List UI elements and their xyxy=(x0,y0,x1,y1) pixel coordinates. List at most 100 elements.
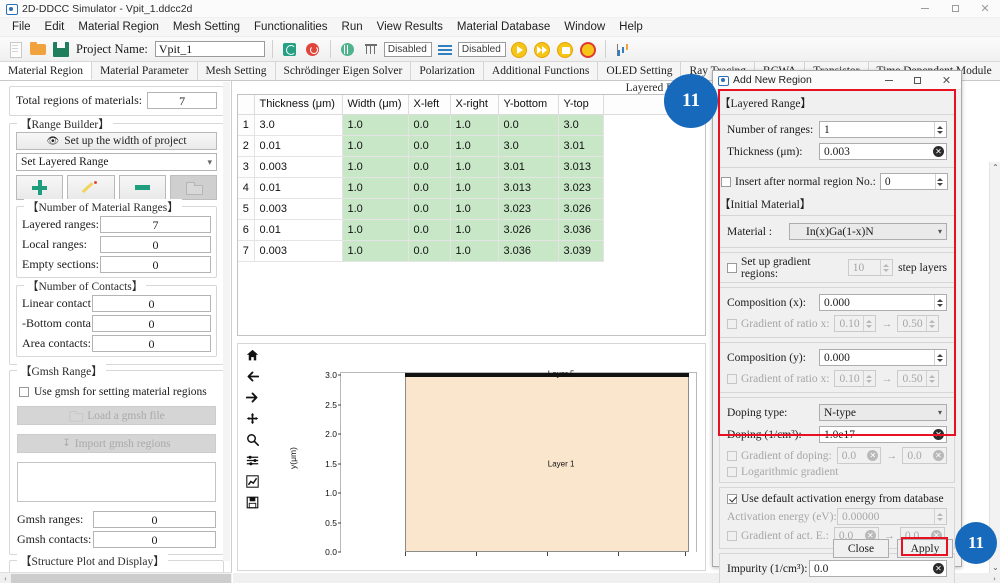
composition-x-spinner-arrows-icon[interactable] xyxy=(934,295,944,310)
table-cell[interactable]: 0.003 xyxy=(253,239,343,262)
run-report-icon[interactable] xyxy=(555,39,575,59)
tab-schrodinger-eigen-solver[interactable]: Schrödinger Eigen Solver xyxy=(275,62,412,80)
blue-lines-icon[interactable] xyxy=(435,39,455,59)
table-cell[interactable]: 0.0 xyxy=(407,155,451,178)
col-thickness[interactable]: Thickness (μm) xyxy=(253,95,343,115)
reset-red-icon[interactable] xyxy=(303,39,323,59)
range-mode-combo[interactable]: Set Layered Range ▾ xyxy=(16,153,217,171)
thickness-input[interactable]: 0.003 ✕ xyxy=(819,143,947,160)
table-cell[interactable]: 3.0 xyxy=(557,113,604,136)
grid-icon[interactable] xyxy=(361,39,381,59)
use-default-activation-row[interactable]: Use default activation energy from datab… xyxy=(727,493,947,505)
table-cell[interactable]: 1.0 xyxy=(449,176,499,199)
gradient-regions-checkbox-row[interactable]: Set up gradient regions: xyxy=(727,256,843,280)
tab-mesh-setting[interactable]: Mesh Setting xyxy=(197,62,276,80)
row-number-cell[interactable]: 5 xyxy=(238,197,255,220)
table-cell[interactable]: 1.0 xyxy=(449,134,499,157)
table-cell[interactable]: 3.039 xyxy=(557,239,604,262)
table-cell[interactable]: 3.023 xyxy=(497,197,559,220)
table-cell[interactable]: 0.0 xyxy=(407,113,451,136)
project-name-input[interactable] xyxy=(154,41,265,57)
col-y-bottom[interactable]: Y-bottom xyxy=(497,95,559,115)
gmsh-ranges-value[interactable]: 0 xyxy=(93,511,216,528)
add-range-button[interactable] xyxy=(16,175,64,200)
clear-icon[interactable]: ✕ xyxy=(933,429,944,440)
table-cell[interactable]: 0.003 xyxy=(253,197,343,220)
zoom-magnifier-icon[interactable] xyxy=(245,432,259,446)
doping-input[interactable]: 1.0e17 ✕ xyxy=(819,426,947,443)
gmsh-file-listbox[interactable] xyxy=(17,462,216,502)
table-cell[interactable]: 3.013 xyxy=(497,176,559,199)
open-folder-icon[interactable] xyxy=(28,39,48,59)
scroll-down-arrow-icon[interactable]: ⌄ xyxy=(990,562,1000,573)
table-cell[interactable]: 3.026 xyxy=(557,197,604,220)
remove-range-button[interactable] xyxy=(118,175,166,200)
left-panel-vertical-scrollbar[interactable] xyxy=(223,82,230,561)
mesh-green-icon[interactable] xyxy=(338,39,358,59)
menu-file[interactable]: File xyxy=(5,18,38,37)
menu-functionalities[interactable]: Functionalities xyxy=(247,18,335,37)
gmsh-contacts-value[interactable]: 0 xyxy=(93,531,216,548)
table-row[interactable]: 3 0.003 1.0 0.0 1.0 3.01 3.013 xyxy=(238,155,705,178)
insert-after-checkbox-row[interactable]: Insert after normal region No.: xyxy=(721,176,876,188)
apply-button[interactable]: Apply xyxy=(897,539,953,558)
material-combo[interactable]: In(x)Ga(1-x)N ▾ xyxy=(789,223,947,240)
layered-ranges-table-wrap[interactable]: Thickness (μm) Width (μm) X-left X-right… xyxy=(237,94,706,336)
col-x-left[interactable]: X-left xyxy=(407,95,451,115)
composition-y-spinner[interactable]: 0.000 xyxy=(819,349,947,366)
table-cell[interactable]: 3.01 xyxy=(497,155,559,178)
table-cell[interactable]: 1.0 xyxy=(341,197,409,220)
disabled-combo-2[interactable]: Disabled xyxy=(457,41,506,57)
gradient-regions-checkbox[interactable] xyxy=(727,262,737,273)
disabled-combo-1[interactable]: Disabled xyxy=(383,41,432,57)
use-gmsh-checkbox-row[interactable]: Use gmsh for setting material regions xyxy=(19,386,216,398)
menu-run[interactable]: Run xyxy=(335,18,370,37)
composition-y-spinner-arrows-icon[interactable] xyxy=(934,350,944,365)
row-number-cell[interactable]: 1 xyxy=(238,113,255,136)
scroll-left-arrow-icon[interactable]: ‹ xyxy=(0,574,11,583)
table-row[interactable]: 2 0.01 1.0 0.0 1.0 3.0 3.01 xyxy=(238,134,705,157)
table-cell[interactable]: 3.0 xyxy=(497,134,559,157)
table-cell[interactable]: 1.0 xyxy=(341,218,409,241)
maximize-button[interactable] xyxy=(940,0,970,18)
tab-material-region[interactable]: Material Region xyxy=(0,62,93,80)
edit-curves-icon[interactable] xyxy=(245,474,259,488)
empty-sections-value[interactable]: 0 xyxy=(100,256,211,273)
table-cell[interactable]: 0.0 xyxy=(497,113,559,136)
tab-polarization[interactable]: Polarization xyxy=(411,62,484,80)
scroll-up-arrow-icon[interactable]: ⌃ xyxy=(990,162,1000,173)
linear-contact-value[interactable]: 0 xyxy=(92,295,211,312)
run-icon[interactable] xyxy=(509,39,529,59)
close-button[interactable]: ✕ xyxy=(970,0,1000,18)
row-number-cell[interactable]: 4 xyxy=(238,176,255,199)
menu-edit[interactable]: Edit xyxy=(38,18,72,37)
clear-icon[interactable]: ✕ xyxy=(933,146,944,157)
total-regions-value[interactable]: 7 xyxy=(147,92,217,109)
run-fast-icon[interactable] xyxy=(532,39,552,59)
new-document-icon[interactable] xyxy=(5,39,25,59)
area-contacts-value[interactable]: 0 xyxy=(92,335,211,352)
impurity-input[interactable]: 0.0 ✕ xyxy=(809,560,947,577)
number-of-ranges-spinner[interactable]: 1 xyxy=(819,121,947,138)
table-cell[interactable]: 1.0 xyxy=(341,239,409,262)
close-button[interactable]: Close xyxy=(833,539,889,558)
insert-after-checkbox[interactable] xyxy=(721,176,731,187)
tab-material-parameter[interactable]: Material Parameter xyxy=(92,62,198,80)
save-icon[interactable] xyxy=(51,39,71,59)
table-row[interactable]: 6 0.01 1.0 0.0 1.0 3.026 3.036 xyxy=(238,218,705,241)
back-arrow-icon[interactable] xyxy=(245,369,259,383)
table-cell[interactable]: 0.003 xyxy=(253,155,343,178)
minimize-button[interactable] xyxy=(910,0,940,18)
table-row[interactable]: 7 0.003 1.0 0.0 1.0 3.036 3.039 xyxy=(238,239,705,262)
table-cell[interactable]: 0.0 xyxy=(407,239,451,262)
table-cell[interactable]: 3.026 xyxy=(497,218,559,241)
save-figure-icon[interactable] xyxy=(245,495,259,509)
table-cell[interactable]: 0.0 xyxy=(407,197,451,220)
menu-help[interactable]: Help xyxy=(612,18,650,37)
menu-material-region[interactable]: Material Region xyxy=(71,18,166,37)
table-row[interactable]: 4 0.01 1.0 0.0 1.0 3.013 3.023 xyxy=(238,176,705,199)
dialog-maximize-button[interactable] xyxy=(903,71,932,90)
edit-range-button[interactable] xyxy=(67,175,115,200)
tab-oled-setting[interactable]: OLED Setting xyxy=(598,62,682,80)
table-cell[interactable]: 3.036 xyxy=(557,218,604,241)
